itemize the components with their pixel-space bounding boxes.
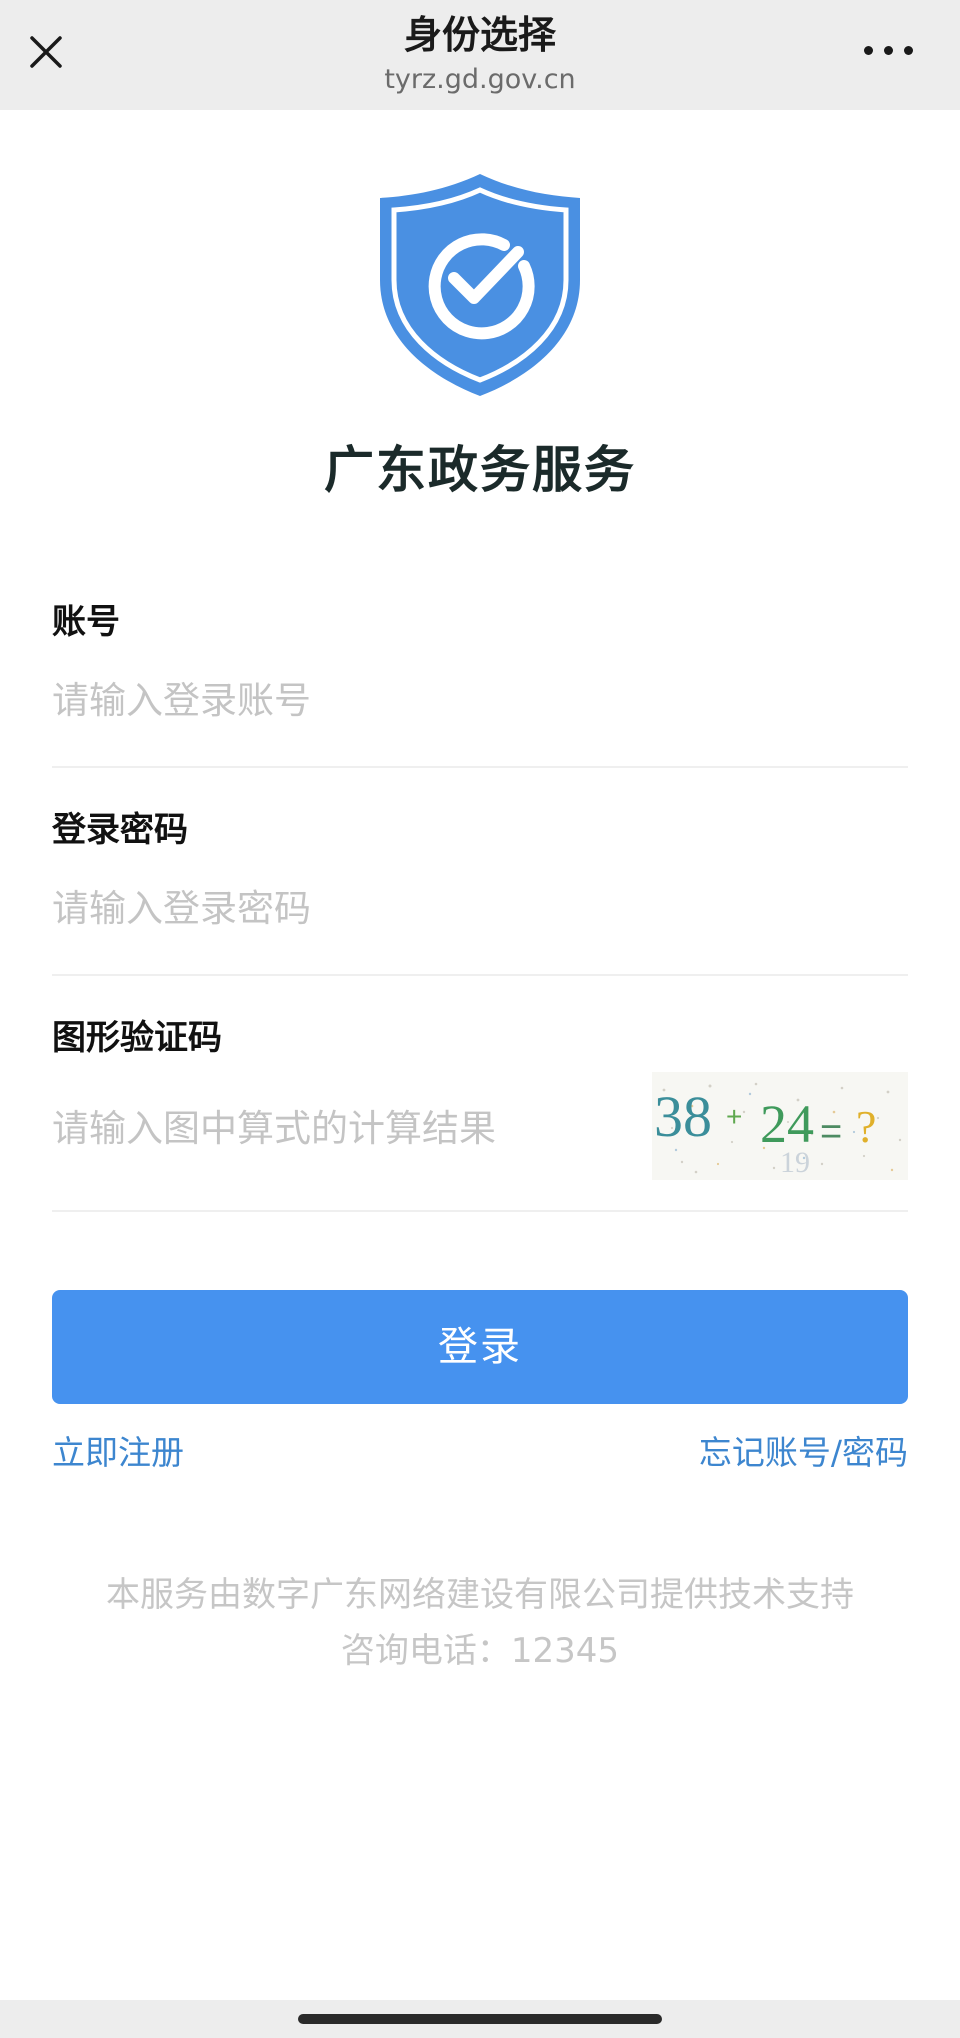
captcha-text-2: 24 bbox=[760, 1094, 814, 1154]
account-label: 账号 bbox=[52, 602, 120, 642]
captcha-input[interactable] bbox=[52, 1100, 632, 1156]
divider bbox=[52, 766, 908, 768]
hotline-text: 咨询电话：12345 bbox=[340, 1631, 620, 1671]
home-indicator[interactable] bbox=[298, 2014, 662, 2024]
top-bar: 身份选择 tyrz.gd.gov.cn bbox=[0, 0, 960, 110]
login-button[interactable]: 登录 bbox=[52, 1290, 908, 1404]
support-text: 本服务由数字广东网络建设有限公司提供技术支持 bbox=[106, 1575, 854, 1615]
captcha-label: 图形验证码 bbox=[52, 1018, 222, 1058]
svg-text:+: + bbox=[726, 1101, 742, 1132]
password-label: 登录密码 bbox=[52, 810, 188, 850]
password-input[interactable] bbox=[52, 880, 652, 936]
captcha-text-1: 38 bbox=[654, 1084, 712, 1149]
account-input[interactable] bbox=[52, 672, 652, 728]
brand-name: 广东政务服务 bbox=[324, 441, 636, 499]
shield-check-icon bbox=[376, 170, 584, 400]
forgot-password-link[interactable]: 忘记账号/密码 bbox=[699, 1430, 908, 1476]
register-link[interactable]: 立即注册 bbox=[52, 1430, 184, 1476]
captcha-image[interactable]: 38 + 24 = ? 19 bbox=[652, 1072, 908, 1180]
svg-text:?: ? bbox=[856, 1101, 876, 1152]
svg-text:=: = bbox=[820, 1111, 842, 1153]
page-url: tyrz.gd.gov.cn bbox=[384, 64, 576, 95]
page-title: 身份选择 bbox=[403, 13, 556, 57]
divider bbox=[52, 1210, 908, 1212]
divider bbox=[52, 974, 908, 976]
svg-text:19: 19 bbox=[780, 1146, 810, 1179]
more-icon bbox=[864, 46, 873, 55]
more-button[interactable] bbox=[860, 40, 920, 60]
